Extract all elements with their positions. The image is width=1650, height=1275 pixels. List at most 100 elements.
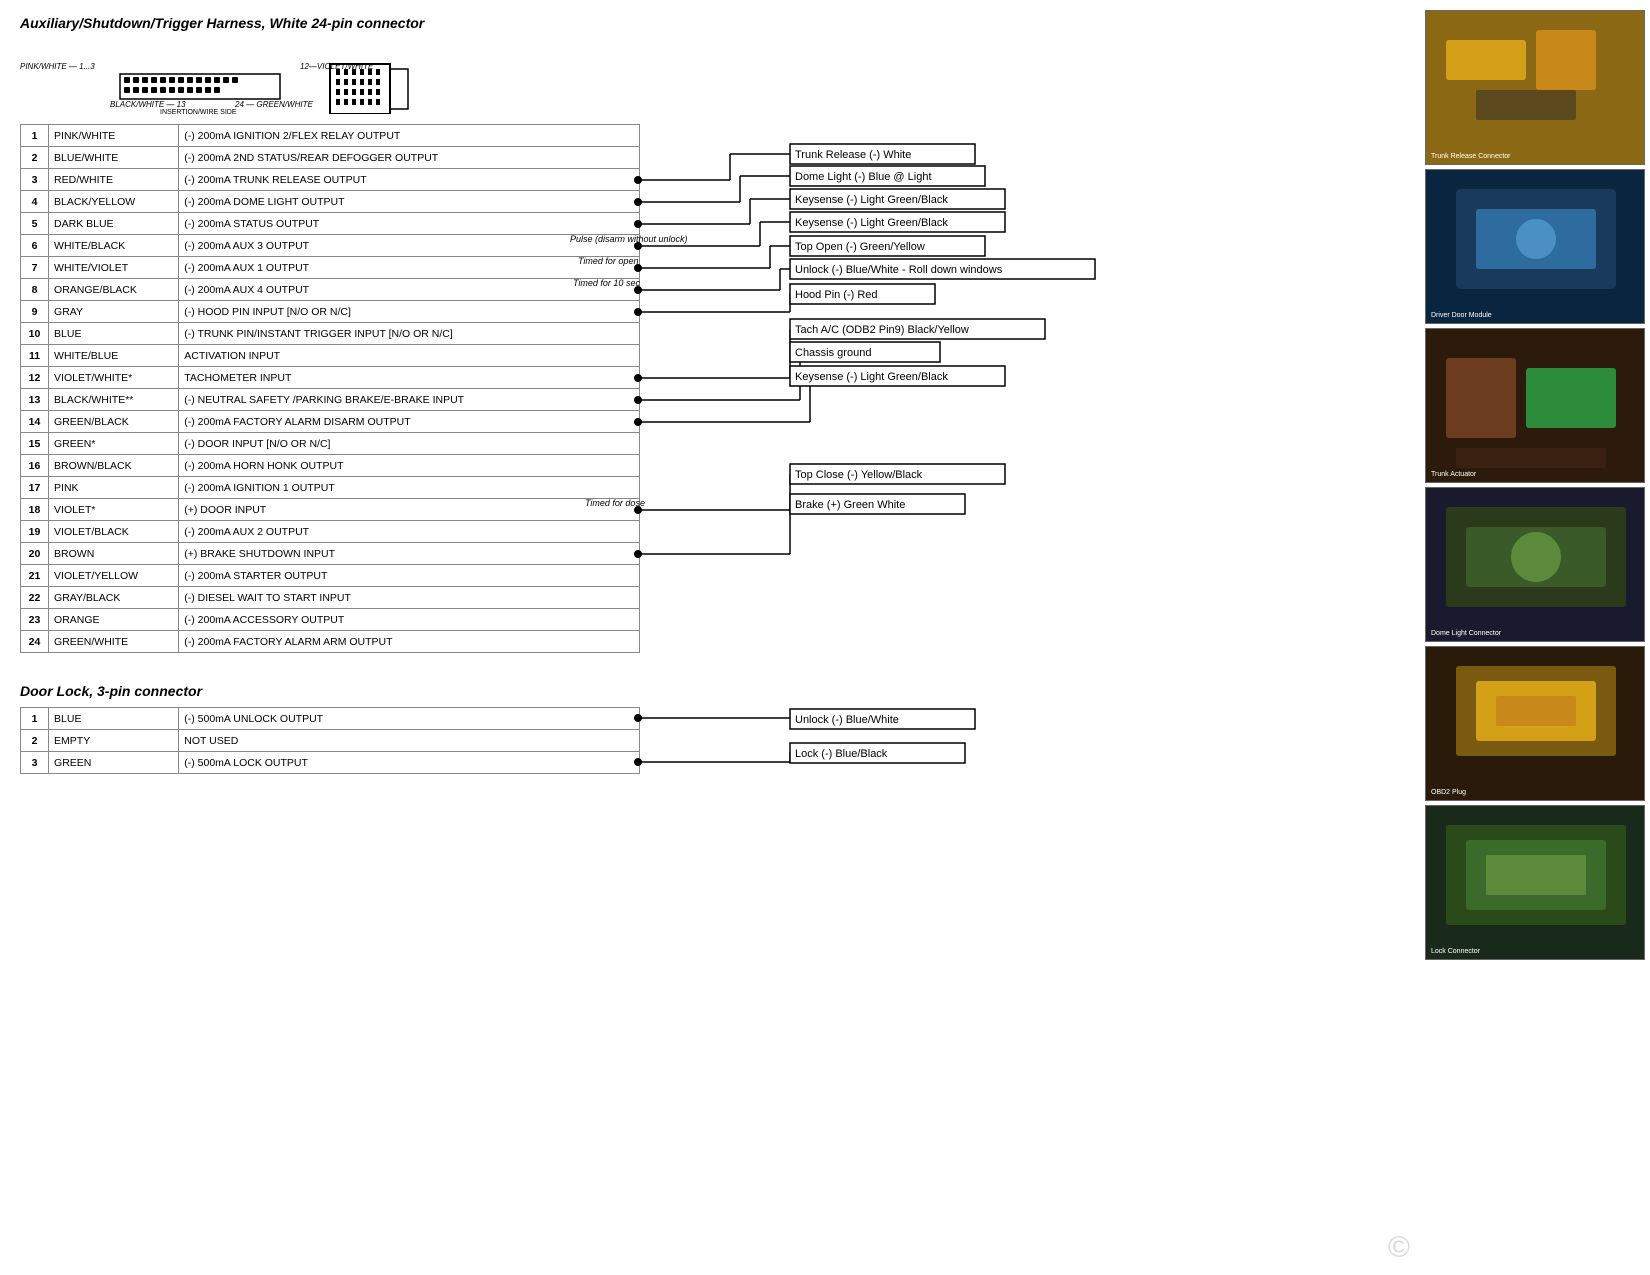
row-desc: (-) DIESEL WAIT TO START INPUT	[179, 587, 640, 609]
door-lock-container: 1 BLUE (-) 500mA UNLOCK OUTPUT 2 EMPTY N…	[20, 707, 1410, 774]
table-row: 24 GREEN/WHITE (-) 200mA FACTORY ALARM A…	[21, 631, 640, 653]
table-row: 15 GREEN* (-) DOOR INPUT [N/O OR N/C]	[21, 433, 640, 455]
row-num: 13	[21, 389, 49, 411]
photo-1: Trunk Release Connector	[1425, 10, 1645, 165]
row-desc: (-) 200mA DOME LIGHT OUTPUT	[179, 191, 640, 213]
row-color: WHITE/BLACK	[49, 235, 179, 257]
row-color: EMPTY	[49, 730, 179, 752]
door-lock-table: 1 BLUE (-) 500mA UNLOCK OUTPUT 2 EMPTY N…	[20, 707, 640, 774]
row-num: 20	[21, 543, 49, 565]
row-num: 16	[21, 455, 49, 477]
svg-text:BLACK/WHITE — 13: BLACK/WHITE — 13	[110, 100, 186, 109]
row-desc: (-) 200mA AUX 3 OUTPUT	[179, 235, 640, 257]
svg-text:Tach A/C (ODB2 Pin9) Black/Yel: Tach A/C (ODB2 Pin9) Black/Yellow	[795, 324, 969, 336]
table-row: 20 BROWN (+) BRAKE SHUTDOWN INPUT	[21, 543, 640, 565]
row-num: 8	[21, 279, 49, 301]
row-num: 1	[21, 708, 49, 730]
left-content: Auxiliary/Shutdown/Trigger Harness, Whit…	[0, 0, 1420, 970]
row-desc: (-) 200mA ACCESSORY OUTPUT	[179, 609, 640, 631]
connector-diagram: PINK/WHITE — 1...3 12—VIOLET/WHITE	[20, 39, 1410, 114]
row-color: BLUE	[49, 708, 179, 730]
row-color: GRAY/BLACK	[49, 587, 179, 609]
photo-1-placeholder: Trunk Release Connector	[1426, 11, 1644, 164]
table-row: 6 WHITE/BLACK (-) 200mA AUX 3 OUTPUT	[21, 235, 640, 257]
row-num: 23	[21, 609, 49, 631]
row-color: GRAY	[49, 301, 179, 323]
table-row: 11 WHITE/BLUE ACTIVATION INPUT	[21, 345, 640, 367]
row-num: 9	[21, 301, 49, 323]
table-row: 22 GRAY/BLACK (-) DIESEL WAIT TO START I…	[21, 587, 640, 609]
row-desc: (-) 200mA HORN HONK OUTPUT	[179, 455, 640, 477]
svg-text:Dome Light Connector: Dome Light Connector	[1431, 630, 1502, 637]
row-color: ORANGE	[49, 609, 179, 631]
row-color: WHITE/BLUE	[49, 345, 179, 367]
row-num: 2	[21, 147, 49, 169]
row-desc: (-) NEUTRAL SAFETY /PARKING BRAKE/E-BRAK…	[179, 389, 640, 411]
row-desc: (-) 200mA AUX 4 OUTPUT	[179, 279, 640, 301]
svg-text:Dome Light (-) Blue @ Light: Dome Light (-) Blue @ Light	[795, 171, 932, 183]
svg-text:Lock (-) Blue/Black: Lock (-) Blue/Black	[795, 748, 888, 760]
table-row: 13 BLACK/WHITE** (-) NEUTRAL SAFETY /PAR…	[21, 389, 640, 411]
row-desc: (+) BRAKE SHUTDOWN INPUT	[179, 543, 640, 565]
row-desc: (-) 500mA UNLOCK OUTPUT	[179, 708, 640, 730]
table-row: 14 GREEN/BLACK (-) 200mA FACTORY ALARM D…	[21, 411, 640, 433]
row-desc: (-) 200mA STARTER OUTPUT	[179, 565, 640, 587]
svg-text:PINK/WHITE — 1...3: PINK/WHITE — 1...3	[20, 62, 95, 71]
row-color: BLUE	[49, 323, 179, 345]
row-desc: (-) 200mA IGNITION 2/FLEX RELAY OUTPUT	[179, 125, 640, 147]
row-desc: (-) DOOR INPUT [N/O OR N/C]	[179, 433, 640, 455]
table-row: 2 EMPTY NOT USED	[21, 730, 640, 752]
row-num: 14	[21, 411, 49, 433]
row-num: 24	[21, 631, 49, 653]
row-desc: (-) 200mA IGNITION 1 OUTPUT	[179, 477, 640, 499]
table-row: 2 BLUE/WHITE (-) 200mA 2ND STATUS/REAR D…	[21, 147, 640, 169]
svg-text:Unlock (-) Blue/White: Unlock (-) Blue/White	[795, 714, 899, 726]
row-color: GREEN/BLACK	[49, 411, 179, 433]
table-row: 23 ORANGE (-) 200mA ACCESSORY OUTPUT	[21, 609, 640, 631]
table-row: 3 GREEN (-) 500mA LOCK OUTPUT	[21, 752, 640, 774]
row-num: 7	[21, 257, 49, 279]
row-num: 3	[21, 169, 49, 191]
row-color: BROWN/BLACK	[49, 455, 179, 477]
row-desc: (-) 200mA FACTORY ALARM DISARM OUTPUT	[179, 411, 640, 433]
row-num: 12	[21, 367, 49, 389]
row-num: 10	[21, 323, 49, 345]
table-row: 1 PINK/WHITE (-) 200mA IGNITION 2/FLEX R…	[21, 125, 640, 147]
svg-text:Trunk Release Connector: Trunk Release Connector	[1431, 153, 1511, 160]
section1-title: Auxiliary/Shutdown/Trigger Harness, Whit…	[20, 15, 1410, 31]
photo-4-svg: Dome Light Connector	[1426, 487, 1644, 642]
photo-6-svg: Lock Connector	[1426, 805, 1644, 960]
photo-3-svg: Trunk Actuator	[1426, 328, 1644, 483]
row-color: GREEN/WHITE	[49, 631, 179, 653]
row-color: VIOLET/YELLOW	[49, 565, 179, 587]
photo-4: Dome Light Connector	[1425, 487, 1645, 642]
table-row: 17 PINK (-) 200mA IGNITION 1 OUTPUT	[21, 477, 640, 499]
svg-text:Keysense (-) Light Green/Black: Keysense (-) Light Green/Black	[795, 194, 948, 206]
table-row: 21 VIOLET/YELLOW (-) 200mA STARTER OUTPU…	[21, 565, 640, 587]
row-color: ORANGE/BLACK	[49, 279, 179, 301]
photo-2: Driver Door Module	[1425, 169, 1645, 324]
row-color: VIOLET/BLACK	[49, 521, 179, 543]
row-num: 22	[21, 587, 49, 609]
row-num: 4	[21, 191, 49, 213]
photo-5-svg: OBD2 Plug	[1426, 646, 1644, 801]
section2-title: Door Lock, 3-pin connector	[20, 683, 1410, 699]
row-color: PINK/WHITE	[49, 125, 179, 147]
svg-text:Keysense (-) Light Green/Black: Keysense (-) Light Green/Black	[795, 217, 948, 229]
watermark: ©	[1388, 1231, 1410, 1265]
table-row: 12 VIOLET/WHITE* TACHOMETER INPUT	[21, 367, 640, 389]
photo-6: Lock Connector	[1425, 805, 1645, 960]
right-photos-panel: Trunk Release Connector Driver Door Modu…	[1420, 0, 1650, 970]
row-desc: (-) 200mA 2ND STATUS/REAR DEFOGGER OUTPU…	[179, 147, 640, 169]
row-num: 18	[21, 499, 49, 521]
row-desc: (-) HOOD PIN INPUT [N/O OR N/C]	[179, 301, 640, 323]
row-num: 5	[21, 213, 49, 235]
row-color: BLUE/WHITE	[49, 147, 179, 169]
photo-2-placeholder: Driver Door Module	[1426, 170, 1644, 323]
row-desc: (-) 500mA LOCK OUTPUT	[179, 752, 640, 774]
photo-3-placeholder: Trunk Actuator	[1426, 329, 1644, 482]
table-row: 18 VIOLET* (+) DOOR INPUT	[21, 499, 640, 521]
row-num: 11	[21, 345, 49, 367]
table-annotations-container: 1 PINK/WHITE (-) 200mA IGNITION 2/FLEX R…	[20, 124, 1410, 653]
photo-5: OBD2 Plug	[1425, 646, 1645, 801]
